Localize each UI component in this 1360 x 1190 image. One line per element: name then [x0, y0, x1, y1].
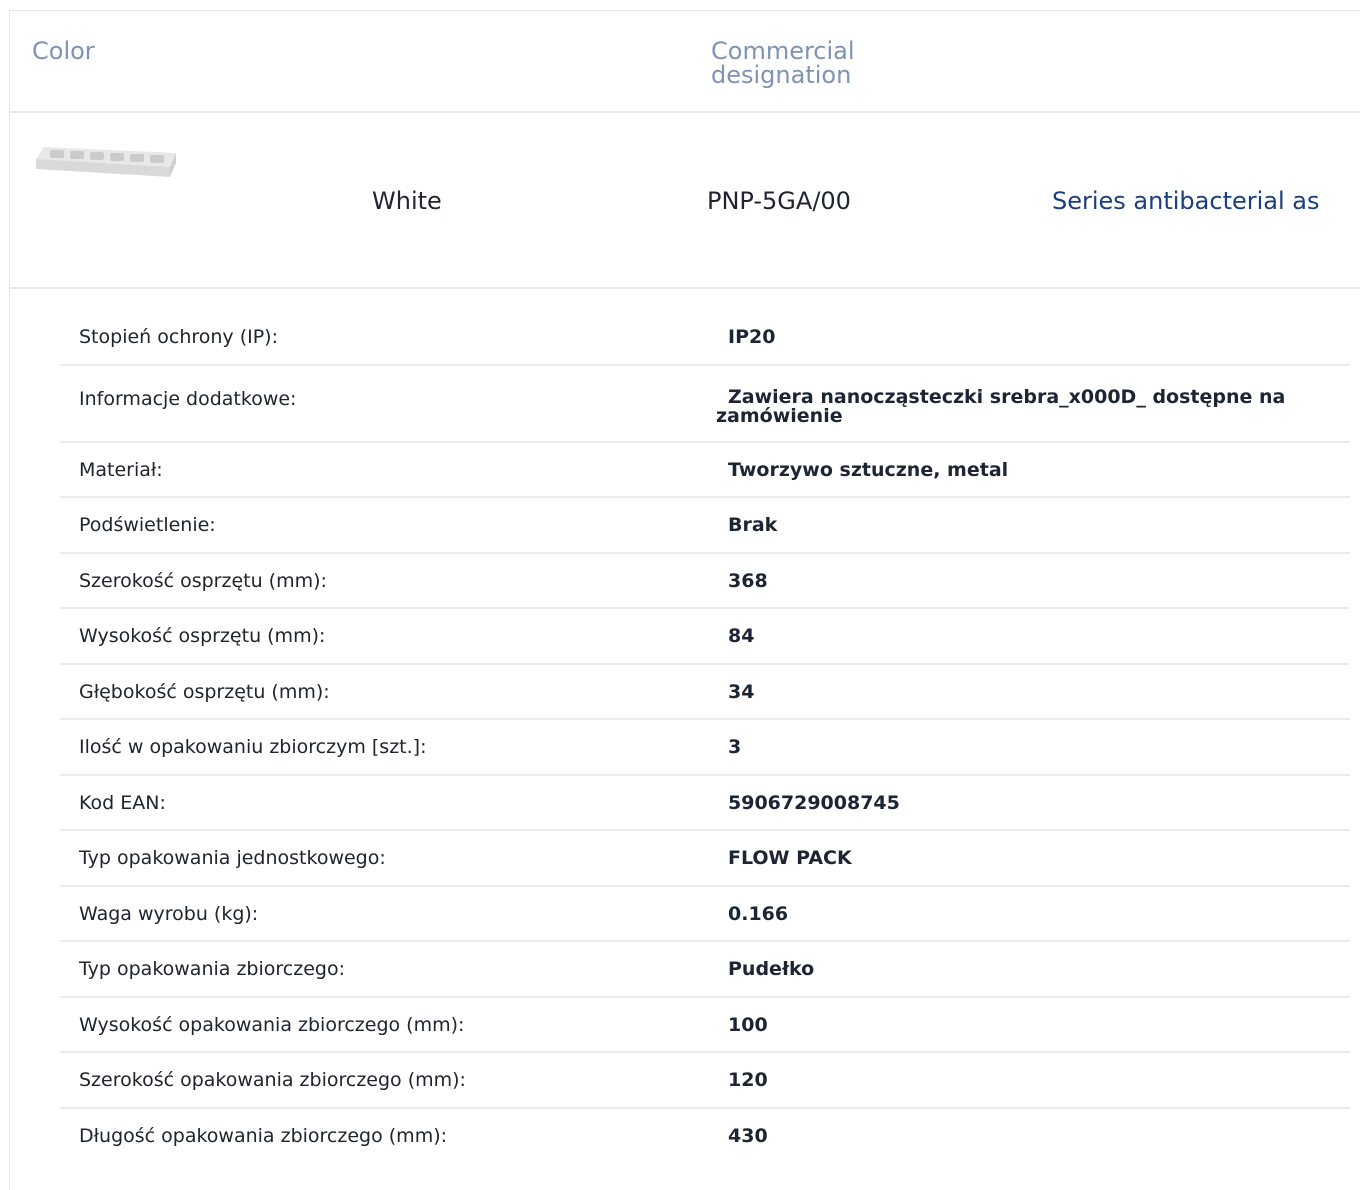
spec-label: Długość opakowania zbiorczego (mm): [79, 1124, 448, 1147]
spec-label: Informacje dodatkowe: [79, 387, 297, 410]
spec-row: Typ opakowania jednostkowego: FLOW PACK [60, 831, 1350, 887]
spec-value: 5906729008745 [728, 791, 900, 814]
spec-row: Materiał: Tworzywo sztuczne, metal [60, 443, 1350, 498]
spec-label: Typ opakowania jednostkowego: [79, 847, 386, 869]
spec-row: Głębokość osprzętu (mm): 34 [60, 665, 1350, 720]
spec-value: Zawiera nanocząsteczki srebra_x000D_ dos… [716, 385, 1286, 427]
spec-value: Tworzywo sztuczne, metal [728, 458, 1009, 481]
spec-label: Szerokość opakowania zbiorczego (mm): [79, 1069, 466, 1091]
color-column-header: Color [32, 37, 95, 65]
spec-label: Materiał: [79, 458, 163, 481]
spec-value: 84 [728, 625, 755, 647]
product-code: PNP-5GA/00 [707, 187, 851, 215]
spec-row: Podświetlenie: Brak [60, 498, 1350, 554]
spec-value: 430 [728, 1124, 768, 1147]
designation-column-header: Commercial designation [711, 37, 855, 89]
spec-label: Waga wyrobu (kg): [79, 902, 259, 925]
spec-row: Typ opakowania zbiorczego: Pudełko [60, 942, 1350, 998]
spec-row: Ilość w opakowaniu zbiorczym [szt.]: 3 [60, 720, 1350, 776]
spec-row: Szerokość osprzętu (mm): 368 [60, 554, 1350, 609]
spec-label: Stopień ochrony (IP): [79, 326, 278, 348]
spec-label: Podświetlenie: [79, 514, 216, 536]
spec-row: Szerokość opakowania zbiorczego (mm): 12… [60, 1053, 1350, 1109]
spec-value: IP20 [728, 326, 776, 348]
product-row: White PNP-5GA/00 Series antibacterial as [10, 111, 1360, 289]
spec-label: Wysokość opakowania zbiorczego (mm): [79, 1013, 465, 1036]
spec-row: Wysokość osprzętu (mm): 84 [60, 609, 1350, 665]
spec-row: Informacje dodatkowe: Zawiera nanocząste… [60, 366, 1350, 443]
spec-label: Typ opakowania zbiorczego: [79, 958, 345, 980]
spec-value: 368 [728, 569, 768, 592]
spec-label: Głębokość osprzętu (mm): [79, 680, 330, 703]
spec-row: Wysokość opakowania zbiorczego (mm): 100 [60, 998, 1350, 1053]
table-header: Color Commercial designation [10, 11, 1360, 113]
product-thumbnail[interactable] [30, 133, 178, 189]
spec-value: Brak [728, 514, 778, 536]
color-value: White [372, 187, 442, 215]
spec-row: Długość opakowania zbiorczego (mm): 430 [60, 1109, 1350, 1165]
spec-value: 100 [728, 1013, 768, 1036]
series-link[interactable]: Series antibacterial as [1052, 187, 1320, 215]
spec-value: FLOW PACK [728, 847, 852, 869]
spec-value: 120 [728, 1069, 768, 1091]
spec-row: Kod EAN: 5906729008745 [60, 776, 1350, 831]
spec-label: Ilość w opakowaniu zbiorczym [szt.]: [79, 736, 427, 758]
spec-label: Szerokość osprzętu (mm): [79, 569, 327, 592]
spec-row: Waga wyrobu (kg): 0.166 [60, 887, 1350, 942]
spec-value: 3 [728, 736, 742, 758]
spec-value: Pudełko [728, 958, 815, 980]
spec-value: 34 [728, 680, 755, 703]
spec-label: Wysokość osprzętu (mm): [79, 625, 326, 647]
spec-value: 0.166 [728, 902, 789, 925]
specifications-table: Stopień ochrony (IP): IP20 Informacje do… [60, 310, 1350, 1164]
spec-label: Kod EAN: [79, 791, 166, 814]
spec-row: Stopień ochrony (IP): IP20 [60, 310, 1350, 366]
